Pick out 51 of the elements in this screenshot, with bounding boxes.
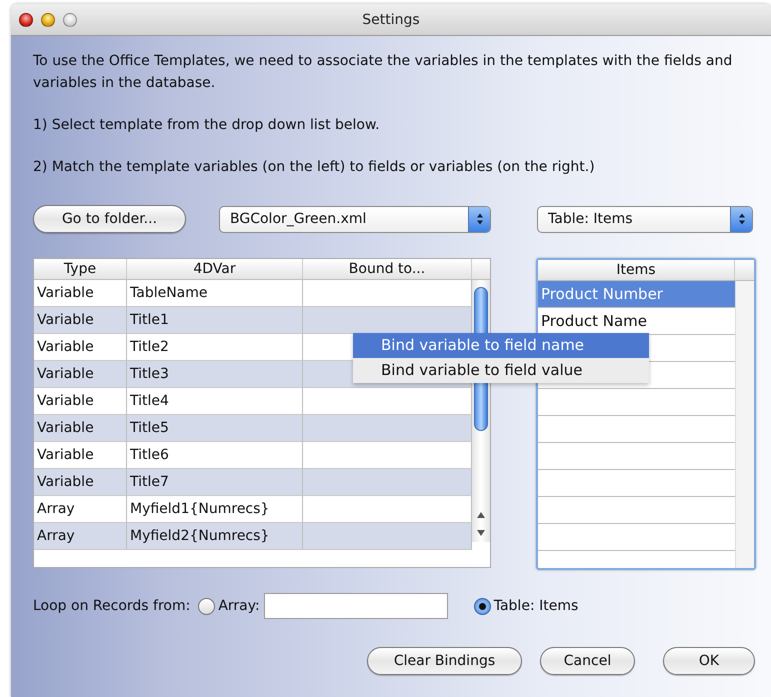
close-button[interactable] bbox=[19, 12, 33, 26]
table-cell: Title3 bbox=[127, 361, 303, 387]
instruction-text: To use the Office Templates, we need to associate the variables in the templates with the fields and variables in the database. bbox=[33, 52, 734, 93]
column-header[interactable]: 4DVar bbox=[127, 259, 303, 279]
table-cell: Title7 bbox=[127, 469, 303, 495]
list-item[interactable]: Product Number bbox=[538, 281, 735, 308]
ok-button[interactable]: OK bbox=[663, 647, 755, 675]
radio-label[interactable]: Table: Items bbox=[494, 598, 578, 614]
template-dropdown[interactable]: BGColor_Green.xml bbox=[219, 206, 491, 232]
radio-button[interactable] bbox=[474, 598, 491, 614]
table-cell: Variable bbox=[34, 361, 127, 387]
minimize-button[interactable] bbox=[41, 12, 55, 26]
table-cell: Variable bbox=[34, 469, 127, 495]
table-cell: Title4 bbox=[127, 388, 303, 414]
window-title: Settings bbox=[362, 12, 420, 28]
updown-arrows-icon bbox=[468, 206, 490, 232]
table-dropdown[interactable]: Table: Items bbox=[537, 206, 753, 232]
array-input-field[interactable] bbox=[264, 593, 448, 619]
table-cell: Variable bbox=[34, 280, 127, 306]
table-cell: Myfield2{Numrecs} bbox=[127, 523, 303, 549]
zoom-button[interactable] bbox=[63, 12, 77, 26]
loop-label: Loop on Records from: bbox=[33, 598, 190, 614]
scroll-down-arrow-icon[interactable] bbox=[477, 530, 485, 536]
table-cell: Array bbox=[34, 496, 127, 522]
table-cell: Title2 bbox=[127, 334, 303, 360]
scroll-up-arrow-icon[interactable] bbox=[477, 512, 485, 518]
table-cell: Variable bbox=[34, 415, 127, 441]
scroll-bar[interactable] bbox=[735, 281, 754, 568]
table-cell: Variable bbox=[34, 307, 127, 333]
table-cell: Title1 bbox=[127, 307, 303, 333]
radio-label[interactable]: Array: bbox=[218, 598, 260, 614]
table-cell: Variable bbox=[34, 388, 127, 414]
table-cell: Title6 bbox=[127, 442, 303, 468]
table-cell: Variable bbox=[34, 334, 127, 360]
table-cell: Variable bbox=[34, 442, 127, 468]
cancel-button[interactable]: Cancel bbox=[540, 647, 635, 675]
instruction-text: 2) Match the template variables (on the left) to fields or variables (on the right.) bbox=[33, 158, 596, 177]
go-to-folder-button[interactable]: Go to folder... bbox=[33, 205, 186, 233]
column-header[interactable]: Bound to... bbox=[303, 259, 472, 279]
table-cell: Myfield1{Numrecs} bbox=[127, 496, 303, 522]
table-cell: Array bbox=[34, 523, 127, 549]
menu-item[interactable]: Bind variable to field name bbox=[353, 333, 649, 358]
menu-item[interactable]: Bind variable to field value bbox=[353, 358, 649, 383]
column-header[interactable]: Type bbox=[34, 259, 127, 279]
updown-arrows-icon bbox=[730, 206, 752, 232]
table-cell: Title5 bbox=[127, 415, 303, 441]
instruction-text: 1) Select template from the drop down list below. bbox=[33, 116, 381, 135]
clear-bindings-button[interactable]: Clear Bindings bbox=[367, 647, 522, 675]
radio-button[interactable] bbox=[198, 598, 216, 614]
list-item[interactable]: Product Name bbox=[538, 308, 735, 335]
table-cell: TableName bbox=[127, 280, 303, 306]
